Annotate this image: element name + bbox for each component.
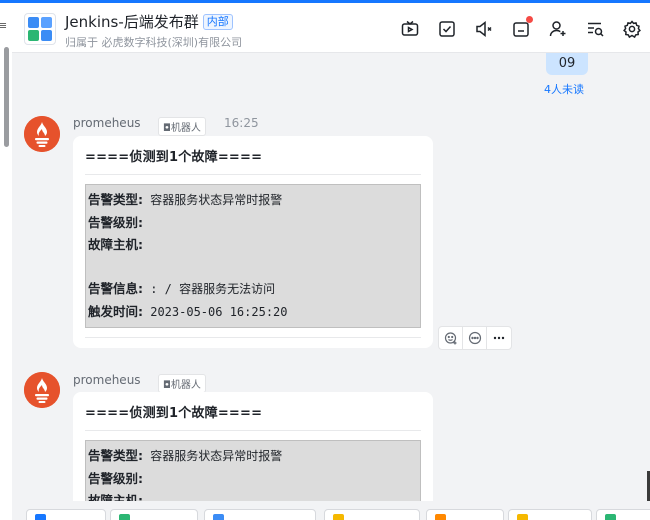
field-label: 告警级别: [88,470,143,486]
bottom-quick-bar [12,501,650,520]
field-label: 故障主机: [88,493,143,501]
alert-field: 告警信息: : / 容器服务无法访问 [88,278,418,301]
header-toolbar [400,16,642,39]
menu-icon[interactable]: ≡ [0,19,7,32]
add-reaction-icon[interactable] [439,327,463,349]
sender-name[interactable]: promeheus [73,116,141,130]
prometheus-avatar[interactable] [24,372,60,408]
notification-dot [526,16,533,23]
message-actions [438,326,512,350]
bot-tag: ◘机器人 [158,117,206,136]
alert-card[interactable]: ====侦测到1个故障==== 告警类型: 容器服务状态异常时报警 告警级别: … [73,136,433,348]
alert-field: 告警级别: [88,468,418,491]
field-label: 告警信息: [88,281,143,296]
group-title[interactable]: Jenkins-后端发布群 内部 [65,11,233,32]
message-list[interactable]: 09 4人未读 promeheus ◘机器人 16:25 ====侦测到1个故障… [12,53,650,501]
bot-tag-label: 机器人 [170,380,201,391]
chat-header: Jenkins-后端发布群 内部 归属于 必虎数字科技(深圳)有限公司 [12,3,650,53]
alert-title: ====侦测到1个故障==== [85,150,263,165]
field-label: 故障主机: [88,237,143,252]
card-divider [85,174,421,175]
alert-field: 告警级别: [88,212,418,235]
alert-field: 告警类型: 容器服务状态异常时报警 [88,445,418,468]
alert-field: 告警类型: 容器服务状态异常时报警 [88,189,418,212]
sidebar-scrollbar[interactable] [4,47,9,147]
sender-name[interactable]: promeheus [73,373,141,387]
alert-field: 故障主机: [88,490,418,501]
field-label: 告警级别: [88,214,143,230]
message-time: 16:25 [224,116,259,130]
tv-icon[interactable] [400,19,420,39]
internal-tag: 内部 [202,14,233,30]
quick-action-chip[interactable] [508,509,592,520]
add-member-icon[interactable] [548,19,568,39]
alert-details: 告警类型: 容器服务状态异常时报警 告警级别: 故障主机: 告警信息: : / … [85,184,421,328]
reply-icon[interactable] [463,327,487,349]
group-name: Jenkins-后端发布群 [65,13,199,31]
quick-action-chip[interactable] [110,509,198,520]
alert-card[interactable]: ====侦测到1个故障==== 告警类型: 容器服务状态异常时报警 告警级别: … [73,392,433,501]
bot-tag-label: 机器人 [170,123,201,134]
quick-action-chip[interactable] [26,509,106,520]
field-label: 触发时间: [88,303,143,319]
search-list-icon[interactable] [585,19,605,39]
gear-icon[interactable] [622,19,642,39]
field-value: 容器服务状态异常时报警 [143,449,283,463]
field-label: 告警类型: [88,192,143,207]
quick-action-chip[interactable] [596,509,650,520]
field-value: 2023-05-06 16:25:20 [143,304,288,319]
quick-action-chip[interactable] [426,509,504,520]
quick-action-chip[interactable] [324,509,420,520]
field-label: 告警类型: [88,448,143,463]
card-divider [85,430,421,431]
alert-field: 故障主机: [88,234,418,257]
bot-tag: ◘机器人 [158,374,206,393]
alert-title: ====侦测到1个故障==== [85,406,263,421]
group-owner: 归属于 必虎数字科技(深圳)有限公司 [65,36,243,49]
robot-icon: ◘ [163,380,171,391]
left-sidebar-edge: ≡ [0,3,12,520]
prometheus-avatar[interactable] [24,116,60,152]
unread-count[interactable]: 4人未读 [544,81,584,97]
field-value: 容器服务状态异常时报警 [143,193,283,207]
my-message-bubble[interactable]: 09 [546,53,588,75]
speaker-icon[interactable] [474,19,494,39]
more-icon[interactable] [487,327,511,349]
announcement-icon[interactable] [511,16,533,39]
field-value: : / 容器服务无法访问 [143,282,276,296]
alert-details: 告警类型: 容器服务状态异常时报警 告警级别: 故障主机: [85,440,421,501]
alert-field [88,257,418,279]
group-avatar[interactable] [24,13,56,45]
card-divider [85,337,421,338]
robot-icon: ◘ [163,123,171,134]
checkbox-icon[interactable] [437,19,457,39]
quick-action-chip[interactable] [204,509,316,520]
alert-field: 触发时间: 2023-05-06 16:25:20 [88,301,418,324]
